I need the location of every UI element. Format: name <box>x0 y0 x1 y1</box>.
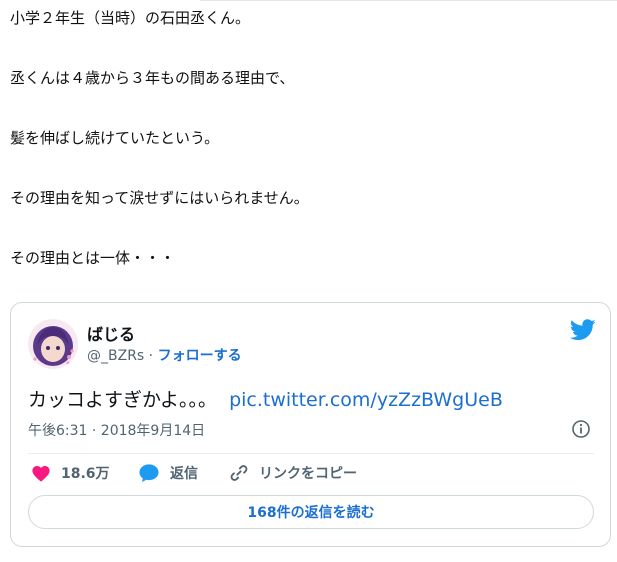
read-replies-button[interactable]: 168件の返信を読む <box>28 495 594 529</box>
display-name[interactable]: ばじる <box>87 321 135 345</box>
tweet-text: カッコよすぎかよ。。。 pic.twitter.com/yzZzBWgUeB <box>28 385 503 412</box>
reply-label: 返信 <box>170 466 198 482</box>
embedded-tweet[interactable]: ばじる @_BZRs · フォローする カッコよすぎかよ。。。 pic.twitt… <box>10 302 611 547</box>
tweet-timestamp[interactable]: 午後6:31 · 2018年9月14日 <box>28 420 205 440</box>
paragraph-1: 小学２年生（当時）の石田丞くん。 <box>10 9 251 27</box>
paragraph-3: 髪を伸ばし続けていたという。 <box>10 129 220 147</box>
like-count: 18.6万 <box>61 466 110 482</box>
paragraph-5: その理由とは一体・・・ <box>10 249 176 267</box>
paragraph-4: その理由を知って涙せずにはいられません。 <box>10 189 309 207</box>
reply-bubble-icon <box>139 464 159 483</box>
top-divider <box>200 0 617 1</box>
tweet-media-link[interactable]: pic.twitter.com/yzZzBWgUeB <box>229 389 503 411</box>
copy-link-label: リンクをコピー <box>259 466 357 482</box>
action-divider <box>28 453 594 454</box>
info-icon[interactable] <box>571 419 591 439</box>
copy-link-button[interactable]: リンクをコピー <box>229 462 357 484</box>
reply-button[interactable]: 返信 <box>138 462 198 484</box>
like-button[interactable]: 18.6万 <box>31 462 110 484</box>
twitter-bird-icon[interactable] <box>569 319 596 341</box>
avatar[interactable] <box>28 319 78 369</box>
follow-button[interactable]: フォローする <box>158 348 242 364</box>
paragraph-2: 丞くんは４歳から３年もの間ある理由で、 <box>10 69 295 87</box>
handle-row: @_BZRs · フォローする <box>87 345 242 365</box>
heart-icon <box>32 466 50 482</box>
tweet-body: カッコよすぎかよ。。。 <box>28 389 218 411</box>
handle-separator: · <box>148 348 154 364</box>
user-handle[interactable]: @_BZRs <box>87 348 144 364</box>
link-icon <box>230 465 248 481</box>
